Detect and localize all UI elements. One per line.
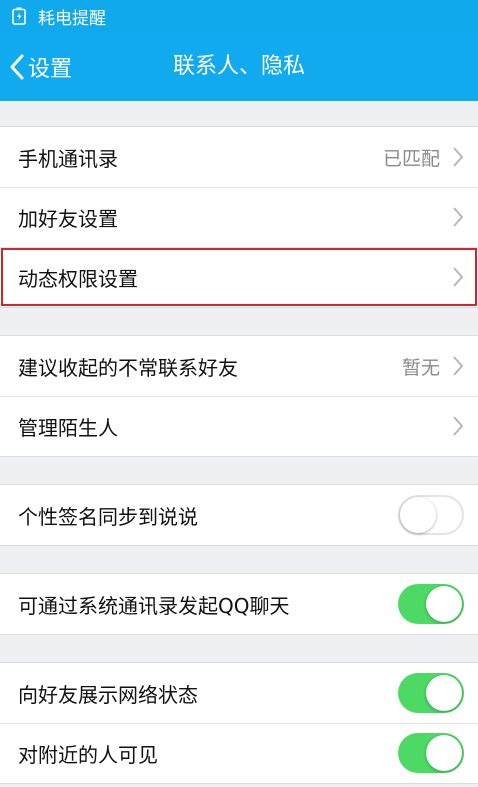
visible-to-nearby-row: 对附近的人可见	[0, 723, 478, 783]
row-value: 暂无	[401, 356, 440, 379]
chevron-right-icon	[453, 267, 464, 287]
show-network-status-toggle[interactable]	[398, 673, 464, 713]
chevron-right-icon	[453, 147, 464, 167]
settings-group: 可通过系统通讯录发起QQ聊天	[0, 573, 478, 635]
chevron-right-icon	[453, 416, 464, 436]
row-label: 动态权限设置	[18, 266, 138, 291]
qq-chat-via-contacts-row: 可通过系统通讯录发起QQ聊天	[0, 574, 478, 634]
row-label: 对附近的人可见	[18, 742, 158, 767]
add-friend-settings-row[interactable]: 加好友设置	[0, 187, 478, 247]
signature-sync-row: 个性签名同步到说说	[0, 485, 478, 545]
status-bar: 耗电提醒	[0, 0, 478, 32]
chevron-right-icon	[453, 356, 464, 376]
toggle-knob	[426, 675, 462, 711]
settings-group: 建议收起的不常联系好友 暂无 管理陌生人	[0, 335, 478, 457]
toggle-knob	[400, 497, 436, 533]
chevron-left-icon	[10, 54, 24, 79]
back-label: 设置	[28, 56, 73, 82]
show-network-status-row: 向好友展示网络状态	[0, 663, 478, 723]
row-label: 手机通讯录	[18, 146, 118, 171]
row-label: 可通过系统通讯录发起QQ聊天	[18, 593, 290, 618]
visible-to-nearby-toggle[interactable]	[398, 733, 464, 773]
signature-sync-toggle[interactable]	[398, 495, 464, 535]
settings-group: 向好友展示网络状态 对附近的人可见	[0, 662, 478, 784]
toggle-knob	[426, 586, 462, 622]
settings-group: 手机通讯录 已匹配 加好友设置 动态权限设置	[0, 126, 478, 308]
collapse-inactive-friends-row[interactable]: 建议收起的不常联系好友 暂无	[0, 336, 478, 396]
feed-permission-settings-row[interactable]: 动态权限设置	[0, 247, 478, 307]
row-label: 加好友设置	[18, 206, 118, 231]
toggle-knob	[426, 735, 462, 771]
battery-alert-icon	[12, 7, 26, 25]
chevron-right-icon	[453, 207, 464, 227]
manage-strangers-row[interactable]: 管理陌生人	[0, 396, 478, 456]
contacts-row[interactable]: 手机通讯录 已匹配	[0, 127, 478, 187]
settings-group: 个性签名同步到说说	[0, 484, 478, 546]
row-label: 建议收起的不常联系好友	[18, 355, 238, 380]
status-text: 耗电提醒	[38, 8, 106, 29]
row-value: 已匹配	[382, 147, 440, 170]
row-label: 个性签名同步到说说	[18, 504, 198, 529]
settings-list: 手机通讯录 已匹配 加好友设置 动态权限设置 建议收起的不常联系好友 暂无 管理…	[0, 101, 478, 784]
nav-bar: 设置 联系人、隐私	[0, 32, 478, 101]
back-button[interactable]: 设置	[8, 32, 72, 101]
qq-chat-via-contacts-toggle[interactable]	[398, 584, 464, 624]
row-label: 向好友展示网络状态	[18, 682, 198, 707]
row-label: 管理陌生人	[18, 415, 118, 440]
